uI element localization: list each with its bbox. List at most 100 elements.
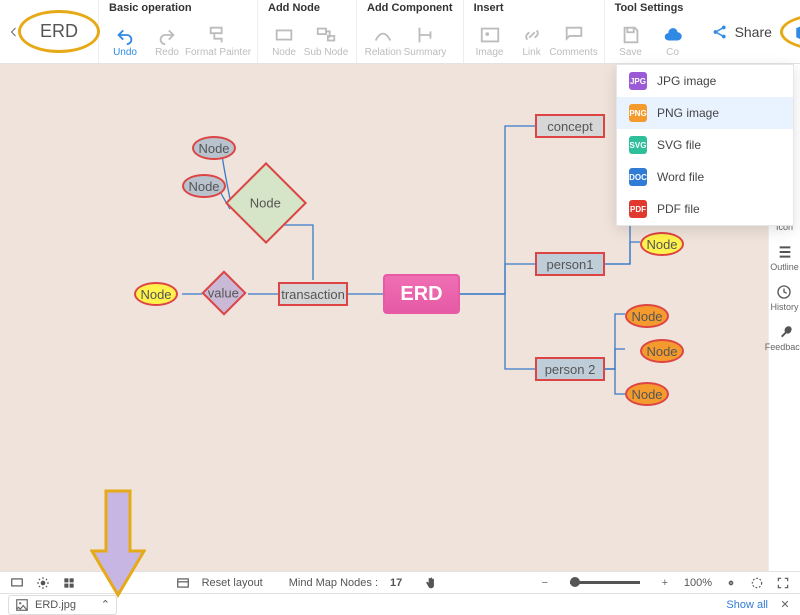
node-person1[interactable]: person1 (535, 252, 605, 276)
export-jpg-label: JPG image (657, 74, 716, 88)
export-jpg[interactable]: JPG JPG image (617, 65, 793, 97)
insert-image-button[interactable]: Image (470, 18, 510, 60)
back-button[interactable] (8, 0, 20, 63)
download-chip[interactable]: ERD.jpg ⌃ (8, 595, 117, 615)
export-png-label: PNG image (657, 106, 719, 120)
insert-comments-button[interactable]: Comments (554, 18, 594, 60)
zoom-slider[interactable] (570, 581, 640, 584)
export-button[interactable]: Export (786, 19, 800, 45)
zoom-in-button[interactable]: + (658, 576, 672, 590)
comments-icon (563, 25, 585, 45)
group-title: Add Component (363, 2, 453, 18)
rail-history[interactable]: History (770, 284, 798, 312)
top-toolbar: ERD Basic operation Undo Redo Format Pai… (0, 0, 800, 64)
history-icon (776, 284, 792, 300)
summary-button[interactable]: Summary (405, 18, 445, 60)
node-icon (273, 25, 295, 45)
feedback-icon (777, 324, 793, 340)
export-icon (794, 23, 800, 41)
node-person2[interactable]: person 2 (535, 357, 605, 381)
export-svg[interactable]: SVG SVG file (617, 129, 793, 161)
redo-button[interactable]: Redo (147, 18, 187, 60)
export-menu: JPG JPG image PNG PNG image SVG SVG file… (616, 64, 794, 226)
node-concept[interactable]: concept (535, 114, 605, 138)
chevron-up-icon: ⌃ (101, 598, 110, 611)
node-transaction[interactable]: transaction (278, 282, 348, 306)
group-title: Tool Settings (611, 2, 693, 18)
view-display-button[interactable] (10, 576, 24, 590)
relation-button[interactable]: Relation (363, 18, 403, 60)
group-add-component: Add Component Relation Summary (356, 0, 459, 63)
pan-button[interactable] (424, 576, 438, 590)
monitor-icon (10, 576, 24, 590)
add-subnode-button[interactable]: Sub Node (306, 18, 346, 60)
group-add-node: Add Node Node Sub Node (257, 0, 352, 63)
topbar-right: Share Export (703, 0, 800, 63)
group-basic-operation: Basic operation Undo Redo Format Painter (98, 0, 253, 63)
view-grid-button[interactable] (62, 576, 76, 590)
group-insert: Insert Image Link Comments (463, 0, 600, 63)
reset-layout-button[interactable] (176, 576, 190, 590)
download-bar: ERD.jpg ⌃ Show all ✕ (0, 593, 800, 615)
node-ellipse-grey-1[interactable]: Node (192, 136, 236, 160)
document-title[interactable]: ERD (30, 17, 88, 46)
export-word[interactable]: DOC Word file (617, 161, 793, 193)
export-svg-label: SVG file (657, 138, 701, 152)
fit-icon (750, 576, 764, 590)
node-center-erd[interactable]: ERD (383, 274, 460, 314)
format-painter-icon (207, 25, 229, 45)
word-icon: DOC (629, 168, 647, 186)
node-p2-b[interactable]: Node (640, 339, 684, 363)
view-brightness-button[interactable] (36, 576, 50, 590)
fullscreen-button[interactable] (776, 576, 790, 590)
pdf-icon: PDF (629, 200, 647, 218)
expand-icon (776, 576, 790, 590)
summary-icon (414, 25, 436, 45)
export-pdf[interactable]: PDF PDF file (617, 193, 793, 225)
group-title: Add Node (264, 2, 346, 18)
add-node-button[interactable]: Node (264, 18, 304, 60)
nodes-count: 17 (390, 577, 402, 589)
export-png[interactable]: PNG PNG image (617, 97, 793, 129)
insert-link-button[interactable]: Link (512, 18, 552, 60)
node-ellipse-grey-2[interactable]: Node (182, 174, 226, 198)
nodes-label: Mind Map Nodes : (289, 577, 378, 589)
group-title: Insert (470, 2, 594, 18)
rail-feedback[interactable]: Feedback (765, 324, 800, 352)
undo-icon (114, 25, 136, 45)
target-icon (724, 576, 738, 590)
node-p1-node[interactable]: Node (640, 232, 684, 256)
cloud-button[interactable]: Co (653, 18, 693, 60)
format-painter-button[interactable]: Format Painter (189, 18, 247, 60)
node-p2-a[interactable]: Node (625, 304, 669, 328)
group-title: Basic operation (105, 2, 247, 18)
close-download-bar[interactable]: ✕ (778, 598, 792, 612)
node-p2-c[interactable]: Node (625, 382, 669, 406)
rail-outline[interactable]: Outline (770, 244, 799, 272)
group-tool-settings: Tool Settings Save Co (604, 0, 699, 63)
undo-button[interactable]: Undo (105, 18, 145, 60)
jpg-icon: JPG (629, 72, 647, 90)
redo-icon (156, 25, 178, 45)
save-icon (620, 25, 642, 45)
image-icon (479, 25, 501, 45)
show-all-button[interactable]: Show all (726, 599, 768, 611)
png-icon: PNG (629, 104, 647, 122)
export-word-label: Word file (657, 170, 704, 184)
zoom-out-button[interactable]: − (538, 576, 552, 590)
document-title-wrap: ERD (24, 0, 94, 63)
center-view-button[interactable] (724, 576, 738, 590)
fit-view-button[interactable] (750, 576, 764, 590)
save-button[interactable]: Save (611, 18, 651, 60)
chevron-left-icon (8, 23, 20, 41)
node-ellipse-yellow-left[interactable]: Node (134, 282, 178, 306)
outline-icon (777, 244, 793, 260)
share-label: Share (735, 24, 772, 40)
grid-icon (62, 576, 76, 590)
link-icon (521, 25, 543, 45)
reset-layout-label[interactable]: Reset layout (202, 577, 263, 589)
sun-icon (36, 576, 50, 590)
share-button[interactable]: Share (703, 19, 780, 45)
svg-icon: SVG (629, 136, 647, 154)
export-button-wrap: Export (786, 19, 800, 45)
